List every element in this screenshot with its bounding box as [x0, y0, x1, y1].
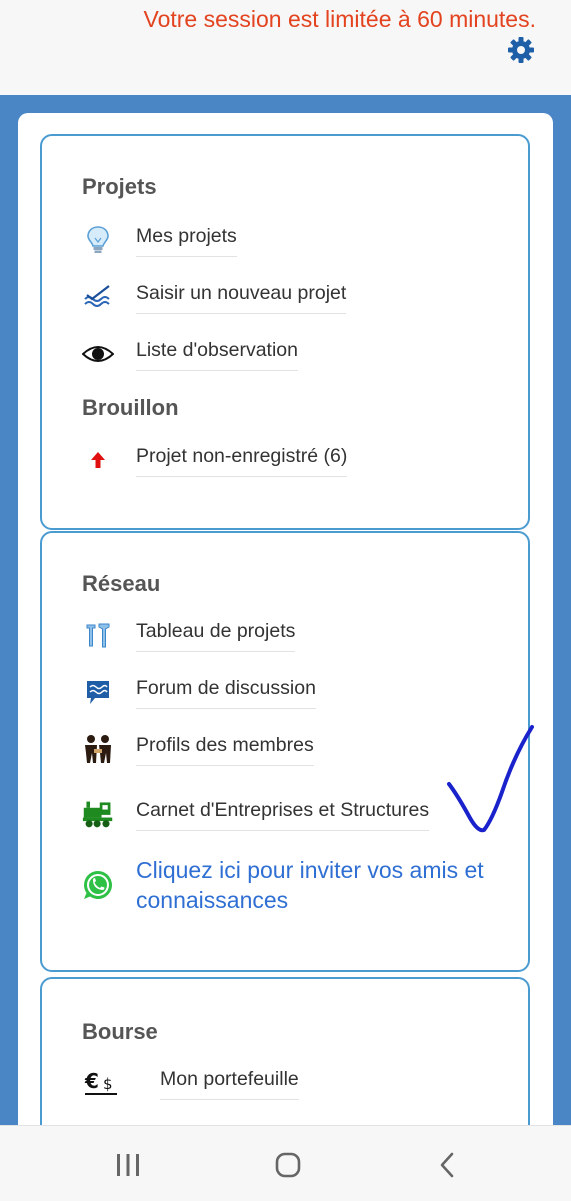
brouillon-title: Brouillon — [82, 395, 179, 420]
recent-apps-button[interactable] — [108, 1148, 148, 1182]
menu-item-profils-membres[interactable]: Profils des membres — [82, 729, 314, 769]
checklist-icon — [82, 281, 114, 313]
system-nav-bar — [0, 1125, 571, 1201]
content-frame: Projets Mes projets Saisir un nouveau pr… — [0, 95, 571, 1201]
reseau-card: Réseau Tableau de projets Forum de discu… — [40, 531, 530, 972]
train-icon — [82, 798, 114, 830]
euro-dollar-icon: € $ — [82, 1067, 122, 1099]
svg-text:€: € — [84, 1069, 99, 1093]
arrow-up-icon — [82, 444, 114, 476]
bourse-title: Bourse — [82, 1019, 158, 1044]
menu-sheet: Projets Mes projets Saisir un nouveau pr… — [18, 113, 553, 1201]
projets-card: Projets Mes projets Saisir un nouveau pr… — [40, 134, 530, 530]
top-bar: Votre session est limitée à 60 minutes. — [0, 0, 571, 96]
whatsapp-icon — [82, 869, 114, 901]
menu-item-forum[interactable]: Forum de discussion — [82, 672, 316, 712]
menu-item-mon-portefeuille[interactable]: € $ Mon portefeuille — [82, 1063, 299, 1103]
menu-item-liste-observation[interactable]: Liste d'observation — [82, 334, 298, 374]
gear-icon[interactable] — [507, 36, 535, 64]
menu-item-mes-projets[interactable]: Mes projets — [82, 220, 237, 260]
lightbulb-icon — [82, 224, 114, 256]
reseau-title: Réseau — [82, 571, 161, 596]
svg-text:$: $ — [103, 1075, 113, 1093]
people-icon — [82, 733, 114, 765]
back-button[interactable] — [428, 1148, 468, 1182]
home-button[interactable] — [268, 1148, 308, 1182]
menu-item-saisir-projet[interactable]: Saisir un nouveau projet — [82, 277, 347, 317]
menu-item-tableau-projets[interactable]: Tableau de projets — [82, 615, 296, 655]
invite-friends-link[interactable]: Cliquez ici pour inviter vos amis et con… — [136, 855, 516, 915]
tools-icon — [82, 619, 114, 651]
session-notice: Votre session est limitée à 60 minutes. — [143, 6, 536, 32]
eye-icon — [82, 338, 114, 370]
projets-title: Projets — [82, 174, 157, 199]
chat-icon — [82, 676, 114, 708]
menu-item-projet-non-enregistre[interactable]: Projet non-enregistré (6) — [82, 440, 348, 480]
menu-item-carnet-entreprises[interactable]: Carnet d'Entreprises et Structures — [82, 794, 430, 834]
